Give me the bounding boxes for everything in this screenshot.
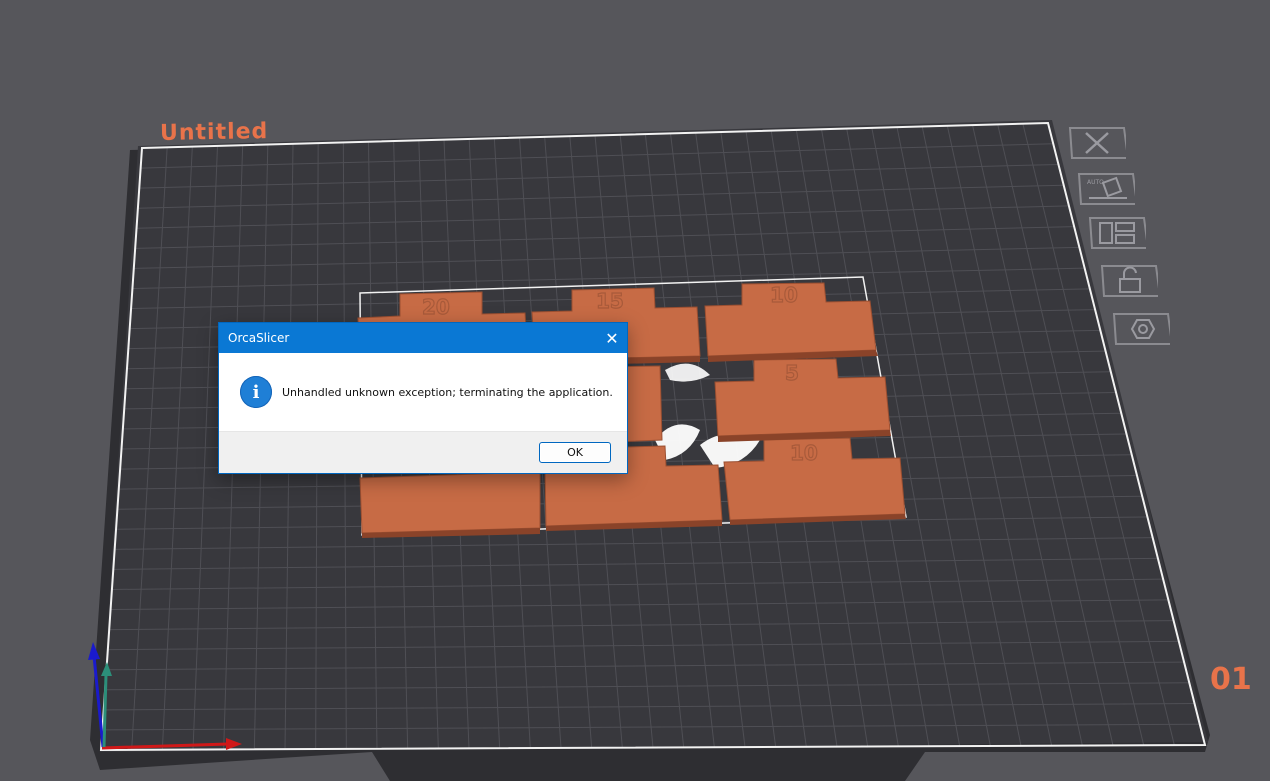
hexagon-nut-icon xyxy=(1112,313,1174,345)
part-label: 15 xyxy=(596,289,624,313)
arrange-button[interactable] xyxy=(1086,216,1150,250)
part-label: 5 xyxy=(785,361,799,385)
unlock-icon xyxy=(1100,265,1162,297)
ok-button[interactable]: OK xyxy=(539,442,611,463)
part-label: 10 xyxy=(790,441,818,465)
close-icon[interactable]: ✕ xyxy=(597,323,627,353)
part-6 xyxy=(359,471,541,534)
delete-plate-button[interactable] xyxy=(1066,126,1130,160)
info-icon: i xyxy=(240,376,272,408)
close-icon xyxy=(1068,127,1130,159)
dialog-body: i Unhandled unknown exception; terminati… xyxy=(219,353,627,431)
auto-orient-button[interactable]: AUTO xyxy=(1075,172,1139,206)
error-dialog: OrcaSlicer ✕ i Unhandled unknown excepti… xyxy=(218,322,628,474)
part-label: 10 xyxy=(770,283,798,307)
lock-button[interactable] xyxy=(1098,264,1162,298)
plate-name-label[interactable]: Untitled xyxy=(160,119,269,146)
dialog-message: Unhandled unknown exception; terminating… xyxy=(282,385,613,399)
arrange-icon xyxy=(1088,217,1150,249)
dialog-title: OrcaSlicer xyxy=(228,331,290,345)
dialog-footer: OK xyxy=(219,431,627,473)
plate-number-label: 01 xyxy=(1210,662,1252,697)
auto-orient-icon: AUTO xyxy=(1077,173,1139,205)
plate-settings-button[interactable] xyxy=(1110,312,1174,346)
part-label: 20 xyxy=(422,295,450,319)
dialog-titlebar[interactable]: OrcaSlicer ✕ xyxy=(219,323,627,353)
3d-viewport[interactable]: 20 15 10 5 10 xyxy=(0,0,1270,781)
svg-text:AUTO: AUTO xyxy=(1087,179,1104,186)
